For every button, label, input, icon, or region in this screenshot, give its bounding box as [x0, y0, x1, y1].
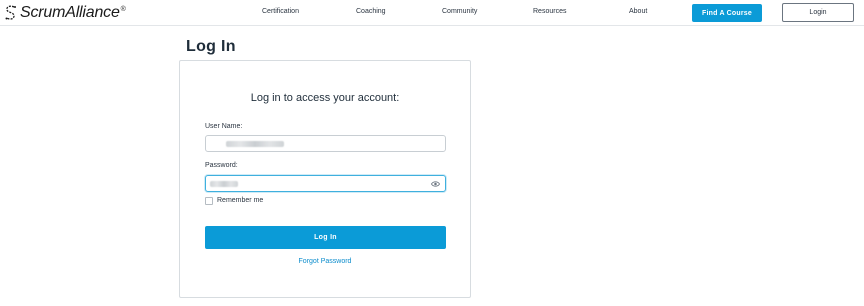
login-card: Log in to access your account: User Name…: [179, 60, 471, 298]
remember-me-checkbox[interactable]: [205, 197, 213, 205]
login-heading: Log in to access your account:: [250, 92, 400, 104]
scrum-alliance-logo[interactable]: ScrumAlliance ®: [4, 3, 126, 23]
password-input[interactable]: [205, 175, 446, 192]
nav-resources[interactable]: Resources: [533, 8, 566, 15]
logo-text: ScrumAlliance: [20, 4, 120, 21]
nav-certification[interactable]: Certification: [262, 8, 299, 15]
page-title: Log In: [186, 38, 236, 55]
nav-community[interactable]: Community: [442, 8, 477, 15]
username-input[interactable]: [205, 135, 446, 152]
username-obscured-value: [226, 141, 284, 147]
log-in-button[interactable]: Log In: [205, 226, 446, 249]
logo-mark-icon: [5, 5, 16, 20]
remember-me-label[interactable]: Remember me: [217, 197, 263, 204]
nav-about[interactable]: About: [629, 8, 647, 15]
password-obscured-value: [210, 181, 238, 187]
nav-coaching[interactable]: Coaching: [356, 8, 386, 15]
header-login-button[interactable]: Login: [782, 3, 854, 22]
username-label: User Name:: [205, 123, 243, 130]
password-label: Password:: [205, 162, 238, 169]
forgot-password-link[interactable]: Forgot Password: [180, 258, 470, 265]
site-header: ScrumAlliance ® Certification Coaching C…: [0, 0, 864, 26]
logo-registered-mark: ®: [120, 5, 126, 13]
find-a-course-button[interactable]: Find A Course: [692, 4, 762, 22]
eye-icon[interactable]: [431, 180, 440, 188]
